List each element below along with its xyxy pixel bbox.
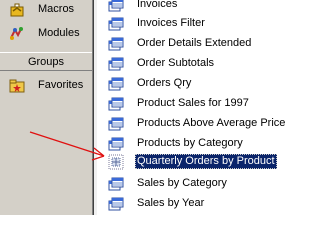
list-item-label: Orders Qry	[137, 77, 192, 89]
query-icon	[108, 96, 124, 112]
query-list: Invoices Invoices Filter Order Details Ext…	[97, 0, 296, 215]
list-item-label: Sales by Year	[137, 197, 205, 209]
list-item[interactable]: Invoices	[97, 0, 296, 15]
list-item-label: Order Subtotals	[137, 57, 215, 69]
query-icon	[108, 36, 124, 52]
list-item[interactable]: Products Above Average Price	[97, 114, 296, 134]
query-icon	[108, 0, 124, 13]
list-item[interactable]: Product Sales for 1997	[97, 94, 296, 114]
list-item-label: Products by Category	[137, 137, 243, 149]
list-item-label: Sales by Category	[137, 177, 227, 189]
nav-item-modules[interactable]: Modules	[0, 23, 92, 45]
nav-item-favorites-label: Favorites	[38, 79, 84, 91]
query-icon	[108, 136, 124, 152]
list-item-label: Order Details Extended	[137, 37, 252, 49]
module-icon	[9, 26, 25, 42]
query-icon	[108, 16, 124, 32]
list-item[interactable]: Orders Qry	[97, 74, 296, 94]
list-item-label: Products Above Average Price	[137, 117, 286, 129]
list-item[interactable]: Quarterly Orders by Product	[97, 152, 296, 172]
query-icon	[108, 76, 124, 92]
objects-bar: Macros Modules Groups Favorites	[0, 0, 92, 215]
favorites-folder-icon	[9, 78, 25, 94]
list-item-label: Quarterly Orders by Product	[135, 154, 277, 169]
list-item[interactable]: Invoices Filter	[97, 14, 296, 34]
query-icon	[108, 196, 124, 212]
groups-area: Favorites	[0, 71, 92, 215]
query-icon	[108, 176, 124, 192]
query-icon	[108, 116, 124, 132]
list-item[interactable]: Order Subtotals	[97, 54, 296, 74]
list-item-label: Invoices	[137, 0, 178, 10]
list-item[interactable]: Order Details Extended	[97, 34, 296, 54]
nav-item-macros-label: Macros	[38, 3, 75, 15]
groups-bar-button[interactable]: Groups	[0, 52, 92, 71]
nav-item-favorites[interactable]: Favorites	[0, 75, 92, 97]
list-item-label: Product Sales for 1997	[137, 97, 249, 109]
macro-icon	[9, 2, 25, 18]
crosstab-query-icon	[108, 154, 124, 170]
query-icon	[108, 56, 124, 72]
list-item[interactable]: Products by Category	[97, 134, 296, 154]
list-item[interactable]: Sales by Year	[97, 194, 296, 214]
list-item-label: Invoices Filter	[137, 17, 205, 29]
nav-item-macros[interactable]: Macros	[0, 0, 92, 21]
nav-item-modules-label: Modules	[38, 27, 80, 39]
list-item[interactable]: Sales by Category	[97, 174, 296, 194]
groups-label: Groups	[27, 55, 65, 68]
